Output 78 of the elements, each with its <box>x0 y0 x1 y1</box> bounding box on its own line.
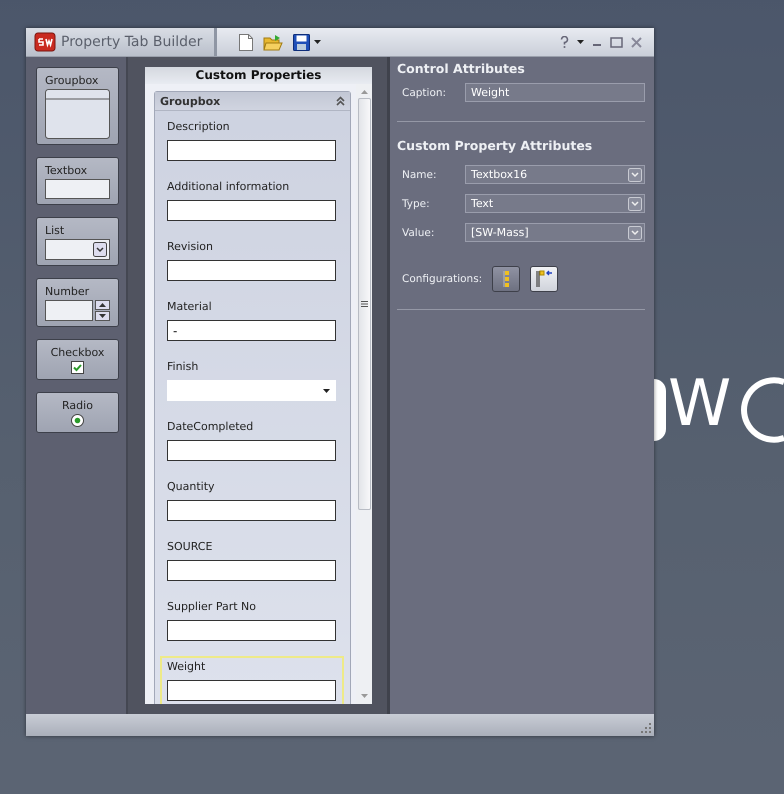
dropdown-field[interactable]: Textbox16 <box>465 165 645 184</box>
spinner-icon <box>45 300 110 321</box>
field-label: DateCompleted <box>167 420 254 435</box>
field-label: Additional information <box>167 180 290 195</box>
open-folder-icon[interactable] <box>263 34 284 50</box>
logo-letter-shape <box>654 379 666 441</box>
dropdown-field[interactable] <box>167 380 336 401</box>
list-icon <box>45 239 110 260</box>
groupbox-icon <box>45 89 110 139</box>
property-item[interactable]: Weight <box>160 656 344 704</box>
logo-letter-shape <box>740 376 784 444</box>
section-title: Control Attributes <box>397 61 526 76</box>
tree-icon <box>502 270 510 288</box>
field-label: Name: <box>402 168 438 180</box>
field-label: Weight <box>167 660 206 675</box>
link-configuration-button[interactable] <box>530 266 558 292</box>
text-field[interactable] <box>167 620 336 641</box>
field-label: Description <box>167 120 231 135</box>
dropdown-icon <box>628 168 642 182</box>
textbox-icon <box>45 179 110 199</box>
field-label: SOURCE <box>167 540 214 555</box>
text-field[interactable] <box>167 140 336 161</box>
field-label: Supplier Part No <box>167 600 257 615</box>
preview-title: Custom Properties <box>145 67 372 84</box>
dropdown-caret-icon <box>323 388 330 392</box>
new-document-icon[interactable] <box>239 34 254 50</box>
text-field[interactable] <box>167 200 336 221</box>
field-label: Type: <box>402 198 431 210</box>
text-field[interactable] <box>167 680 336 701</box>
background-logo-text: W <box>668 372 732 436</box>
dropdown-field[interactable]: [SW-Mass] <box>465 223 645 242</box>
property-item[interactable]: DateCompleted <box>160 416 344 471</box>
field-label: Finish <box>167 360 200 375</box>
configuration-list-button[interactable] <box>492 266 520 292</box>
grip-icon <box>360 301 368 307</box>
property-item[interactable]: Additional information <box>160 176 344 231</box>
maximize-icon[interactable] <box>610 36 623 48</box>
palette-button[interactable]: Radio <box>36 392 119 433</box>
close-icon[interactable] <box>631 36 642 48</box>
field-label: Quantity <box>167 480 216 495</box>
property-item[interactable]: Supplier Part No <box>160 596 344 651</box>
palette-button[interactable]: Checkbox <box>36 339 119 380</box>
help-icon[interactable] <box>560 36 569 48</box>
groupbox-title: Groupbox <box>160 94 220 108</box>
help-caret-icon <box>577 40 584 44</box>
window-title: Property Tab Builder <box>61 34 202 50</box>
caret-icon <box>314 40 322 44</box>
dropdown-icon <box>628 226 642 240</box>
palette-button[interactable]: Groupbox <box>36 67 119 145</box>
section-title: Custom Property Attributes <box>397 138 594 153</box>
flag-arrow-icon <box>535 270 554 288</box>
field-label: Caption: <box>402 86 448 98</box>
property-item[interactable]: Finish <box>160 356 344 411</box>
app-logo-icon <box>34 32 56 52</box>
dropdown-icon <box>628 196 642 210</box>
property-item[interactable]: Material - <box>160 296 344 351</box>
text-field[interactable]: - <box>167 320 336 341</box>
field-label: Configurations: <box>402 273 482 285</box>
resize-grip-icon[interactable] <box>641 723 651 733</box>
text-field[interactable] <box>167 500 336 521</box>
property-item[interactable]: Revision <box>160 236 344 291</box>
scroll-thumb[interactable] <box>358 98 370 510</box>
collapse-icon[interactable] <box>336 96 345 106</box>
property-item[interactable]: Quantity <box>160 476 344 531</box>
field-label: Value: <box>402 226 436 238</box>
field-label: Material <box>167 300 213 315</box>
text-field[interactable] <box>167 440 336 461</box>
palette-button[interactable]: Textbox <box>36 157 119 205</box>
field-label: Revision <box>167 240 214 255</box>
text-field[interactable] <box>167 560 336 581</box>
text-field[interactable] <box>167 260 336 281</box>
property-item[interactable]: Description <box>160 116 344 171</box>
property-item[interactable]: SOURCE <box>160 536 344 591</box>
save-icon[interactable] <box>293 34 310 50</box>
palette-button[interactable]: List <box>36 217 119 266</box>
dropdown-field[interactable]: Text <box>465 194 645 213</box>
caption-field[interactable]: Weight <box>465 83 645 102</box>
palette-button[interactable]: Number <box>36 278 119 327</box>
